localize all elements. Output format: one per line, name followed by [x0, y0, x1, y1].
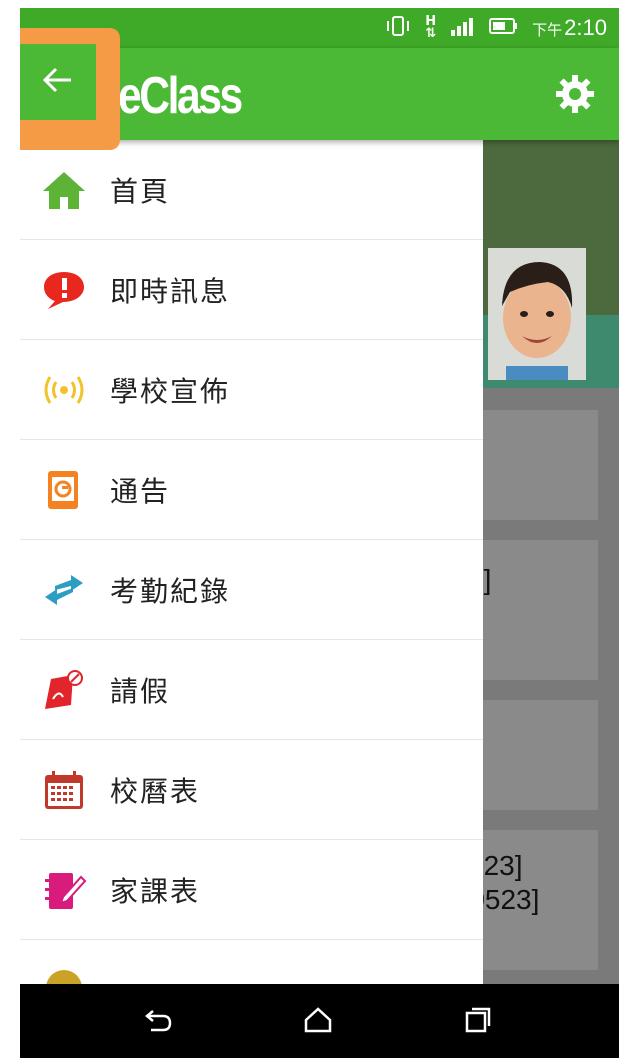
system-nav-bar — [20, 984, 619, 1058]
avatar — [488, 248, 586, 380]
notice-icon — [40, 466, 88, 514]
app-logo: eClass — [118, 67, 243, 125]
bg-card — [482, 410, 598, 520]
drawer-item-leave[interactable]: 請假 — [20, 640, 483, 740]
bg-card — [482, 700, 598, 810]
attendance-arrows-icon — [40, 566, 88, 614]
calendar-icon — [40, 766, 88, 814]
broadcast-icon — [40, 366, 88, 414]
nav-home-icon — [303, 1006, 333, 1038]
navigation-drawer: 首頁 即時訊息 學校宣佈 通告 考勤紀錄 請假 校曆表 家課表 — [20, 140, 483, 984]
signal-icon — [450, 16, 474, 41]
drawer-item-label: 請假 — [110, 674, 171, 708]
drawer-item-home[interactable]: 首頁 — [20, 140, 483, 240]
drawer-item-label: 首頁 — [110, 174, 171, 208]
drawer-item-school-news[interactable]: 學校宣佈 — [20, 340, 483, 440]
drawer-item-label: 學校宣佈 — [110, 374, 231, 408]
drawer-item-label: 校曆表 — [110, 774, 201, 808]
settings-button[interactable] — [553, 74, 597, 118]
drawer-item-homework[interactable]: 家課表 — [20, 840, 483, 940]
leave-icon — [40, 666, 88, 714]
homework-icon — [40, 866, 88, 914]
gear-icon — [554, 73, 596, 119]
drawer-item-attendance[interactable]: 考勤紀錄 — [20, 540, 483, 640]
drawer-item-instant-message[interactable]: 即時訊息 — [20, 240, 483, 340]
bg-card — [482, 540, 598, 680]
partial-item-icon — [40, 964, 88, 984]
network-type-icon: H ⇅ — [425, 14, 437, 41]
back-button[interactable] — [20, 44, 96, 120]
drawer-item-label: 即時訊息 — [110, 274, 231, 308]
drawer-item-label: 通告 — [110, 474, 171, 508]
battery-icon — [488, 16, 518, 40]
back-button-highlight — [20, 28, 120, 150]
drawer-item-calendar[interactable]: 校曆表 — [20, 740, 483, 840]
drawer-item-notice[interactable]: 通告 — [20, 440, 483, 540]
nav-recents-icon — [463, 1006, 493, 1038]
status-icons: H ⇅ 下午 2:10 — [385, 8, 607, 48]
page: 1] ] 523] )0523] H⇅ — [0, 0, 619, 1058]
home-icon — [40, 166, 88, 214]
status-clock: 下午 2:10 — [532, 15, 607, 40]
drawer-item-label: 考勤紀錄 — [110, 574, 231, 608]
drawer-item-partial[interactable] — [20, 940, 483, 984]
nav-home-button[interactable] — [296, 1000, 340, 1044]
nav-recents-button[interactable] — [456, 1000, 500, 1044]
phone-screen: 1] ] 523] )0523] H⇅ — [20, 8, 619, 1058]
nav-back-icon — [143, 1007, 173, 1037]
nav-back-button[interactable] — [136, 1000, 180, 1044]
vibrate-icon — [385, 15, 411, 42]
arrow-left-icon — [42, 67, 73, 97]
message-alert-icon — [40, 266, 88, 314]
drawer-item-label: 家課表 — [110, 874, 201, 908]
